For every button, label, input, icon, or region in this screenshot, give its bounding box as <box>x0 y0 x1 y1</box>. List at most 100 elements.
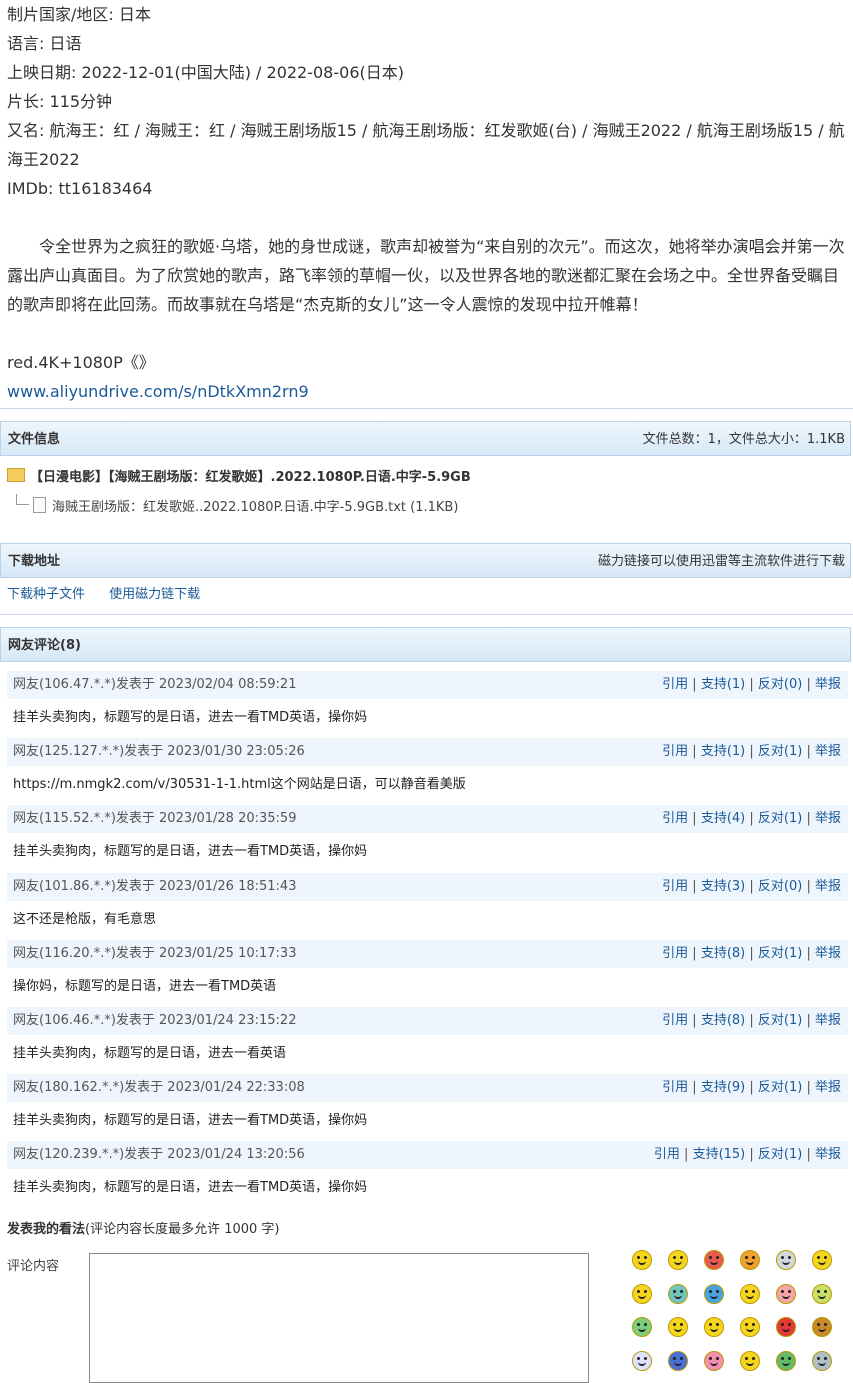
file-folder: 【日漫电影】【海贼王剧场版：红发歌姬】.2022.1080P.日语.中字-5.9… <box>7 467 471 489</box>
quote-link[interactable]: 引用 <box>662 677 688 692</box>
quote-link[interactable]: 引用 <box>662 1080 688 1095</box>
report-link[interactable]: 举报 <box>815 1013 841 1028</box>
devil-icon[interactable] <box>632 1350 652 1371</box>
quote-link[interactable]: 引用 <box>662 811 688 826</box>
comments-title: 网友评论(8) <box>8 638 81 653</box>
laugh-icon[interactable] <box>632 1283 652 1304</box>
comment-header: 网友(120.239.*.*)发表于 2023/01/24 13:20:56 引用… <box>7 1141 848 1169</box>
thinking-icon[interactable] <box>812 1350 832 1371</box>
comment-header: 网友(101.86.*.*)发表于 2023/01/26 18:51:43 引用 … <box>7 873 848 901</box>
shy-icon[interactable] <box>812 1317 832 1337</box>
support-link[interactable]: 支持(1) <box>701 677 745 692</box>
kiss-icon[interactable] <box>704 1350 724 1371</box>
quote-link[interactable]: 引用 <box>662 1013 688 1028</box>
report-link[interactable]: 举报 <box>815 1147 841 1162</box>
comment-author: 网友(125.127.*.*)发表于 2023/01/30 23:05:26 <box>13 744 305 759</box>
teeth-icon[interactable] <box>740 1283 760 1304</box>
comment-body: 挂羊头卖狗肉，标题写的是日语，进去一看英语 <box>13 1046 287 1061</box>
comment-author: 网友(115.52.*.*)发表于 2023/01/28 20:35:59 <box>13 811 297 826</box>
support-link[interactable]: 支持(8) <box>701 1013 745 1028</box>
vomit-icon[interactable] <box>704 1317 724 1337</box>
report-link[interactable]: 举报 <box>815 677 841 692</box>
compose-header: 发表我的看法(评论内容长度最多允许 1000 字) <box>7 1219 280 1241</box>
comment-header: 网友(116.20.*.*)发表于 2023/01/25 10:17:33 引用 … <box>7 940 848 968</box>
support-link[interactable]: 支持(4) <box>701 811 745 826</box>
comment-actions: 引用 | 支持(15) | 反对(1) | 举报 <box>653 1147 841 1162</box>
comment-actions: 引用 | 支持(1) | 反对(0) | 举报 <box>662 677 841 692</box>
file-item: 海贼王剧场版：红发歌姬..2022.1080P.日语.中字-5.9GB.txt … <box>16 494 458 519</box>
quote-link[interactable]: 引用 <box>662 744 688 759</box>
movie-info: 制片国家/地区: 日本 语言: 日语 上映日期: 2022-12-01(中国大陆… <box>0 0 853 406</box>
folder-icon <box>7 468 25 482</box>
comment-author: 网友(106.47.*.*)发表于 2023/02/04 08:59:21 <box>13 677 297 692</box>
comment-author: 网友(116.20.*.*)发表于 2023/01/25 10:17:33 <box>13 946 297 961</box>
file-info-summary: 文件总数：1，文件总大小：1.1KB <box>642 432 845 447</box>
wink-icon[interactable] <box>740 1350 760 1371</box>
support-link[interactable]: 支持(8) <box>701 946 745 961</box>
comment-actions: 引用 | 支持(8) | 反对(1) | 举报 <box>662 946 841 961</box>
comment-body: 挂羊头卖狗肉，标题写的是日语，进去一看TMD英语，操你妈 <box>13 844 368 859</box>
happy-icon[interactable] <box>740 1317 760 1337</box>
smile-icon[interactable] <box>632 1250 652 1270</box>
report-link[interactable]: 举报 <box>815 1080 841 1095</box>
comment-header: 网友(106.46.*.*)发表于 2023/01/24 23:15:22 引用 … <box>7 1007 848 1035</box>
oppose-link[interactable]: 反对(1) <box>758 1080 802 1095</box>
oppose-link[interactable]: 反对(0) <box>758 677 802 692</box>
download-magnet-link[interactable]: 使用磁力链下载 <box>109 587 200 602</box>
eyes-icon[interactable] <box>776 1250 796 1270</box>
oppose-link[interactable]: 反对(1) <box>758 744 802 759</box>
quote-link[interactable]: 引用 <box>662 879 688 894</box>
info-aka: 又名: 航海王：红 / 海贼王：红 / 海贼王剧场版15 / 航海王剧场版：红发… <box>7 121 845 169</box>
support-link[interactable]: 支持(9) <box>701 1080 745 1095</box>
oppose-link[interactable]: 反对(0) <box>758 879 802 894</box>
file-info-bar: 文件信息 文件总数：1，文件总大小：1.1KB <box>0 421 851 456</box>
report-link[interactable]: 举报 <box>815 879 841 894</box>
oppose-link[interactable]: 反对(1) <box>758 811 802 826</box>
oppose-link[interactable]: 反对(1) <box>758 946 802 961</box>
nauseous-icon[interactable] <box>632 1317 652 1337</box>
support-link[interactable]: 支持(1) <box>701 744 745 759</box>
info-synopsis: 令全世界为之疯狂的歌姬·乌塔，她的身世成谜，歌声却被誉为“来自别的次元”。而这次… <box>7 237 845 314</box>
folder-name: 【日漫电影】【海贼王剧场版：红发歌姬】.2022.1080P.日语.中字-5.9… <box>30 470 471 485</box>
file-info-title: 文件信息 <box>8 432 61 447</box>
grin-icon[interactable] <box>668 1250 688 1270</box>
comment-body: 挂羊头卖狗肉，标题写的是日语，进去一看TMD英语，操你妈 <box>13 710 368 725</box>
comment-body: 挂羊头卖狗肉，标题写的是日语，进去一看TMD英语，操你妈 <box>13 1113 368 1128</box>
comment-author: 网友(106.46.*.*)发表于 2023/01/24 23:15:22 <box>13 1013 297 1028</box>
sick-icon[interactable] <box>812 1283 832 1304</box>
sad-icon[interactable] <box>704 1283 724 1304</box>
quote-link[interactable]: 引用 <box>662 946 688 961</box>
surprised-icon[interactable] <box>812 1250 832 1270</box>
support-link[interactable]: 支持(3) <box>701 879 745 894</box>
comment-textarea[interactable] <box>89 1253 589 1383</box>
report-link[interactable]: 举报 <box>815 946 841 961</box>
comment-header: 网友(115.52.*.*)发表于 2023/01/28 20:35:59 引用 … <box>7 805 848 833</box>
frown-icon[interactable] <box>668 1350 688 1371</box>
info-runtime: 片长: 115分钟 <box>7 92 113 111</box>
cry-icon[interactable] <box>668 1283 688 1304</box>
oppose-link[interactable]: 反对(1) <box>758 1147 802 1162</box>
share-link[interactable]: www.aliyundrive.com/s/nDtkXmn2rn9 <box>7 382 309 401</box>
download-hint: 磁力链接可以使用迅雷等主流软件进行下载 <box>597 554 845 569</box>
angry-icon[interactable] <box>776 1317 796 1337</box>
confused-icon[interactable] <box>668 1317 688 1337</box>
comment-actions: 引用 | 支持(8) | 反对(1) | 举报 <box>662 1013 841 1028</box>
pirate-icon[interactable] <box>776 1350 796 1371</box>
comment-body: 挂羊头卖狗肉，标题写的是日语，进去一看TMD英语，操你妈 <box>13 1180 368 1195</box>
comment-author: 网友(101.86.*.*)发表于 2023/01/26 18:51:43 <box>13 879 297 894</box>
report-link[interactable]: 举报 <box>815 811 841 826</box>
comment-actions: 引用 | 支持(4) | 反对(1) | 举报 <box>662 811 841 826</box>
pig-icon[interactable] <box>776 1283 796 1304</box>
support-link[interactable]: 支持(15) <box>693 1147 746 1162</box>
download-torrent-link[interactable]: 下载种子文件 <box>7 587 85 602</box>
report-link[interactable]: 举报 <box>815 744 841 759</box>
comment-author: 网友(120.239.*.*)发表于 2023/01/24 13:20:56 <box>13 1147 305 1162</box>
info-language: 语言: 日语 <box>7 34 82 53</box>
comment-actions: 引用 | 支持(9) | 反对(1) | 举报 <box>662 1080 841 1095</box>
oppose-link[interactable]: 反对(1) <box>758 1013 802 1028</box>
cool-icon[interactable] <box>704 1250 724 1270</box>
compose-label: 评论内容 <box>7 1259 60 1274</box>
file-icon <box>33 497 46 513</box>
quote-link[interactable]: 引用 <box>654 1147 680 1162</box>
sunglasses-icon[interactable] <box>740 1250 760 1270</box>
